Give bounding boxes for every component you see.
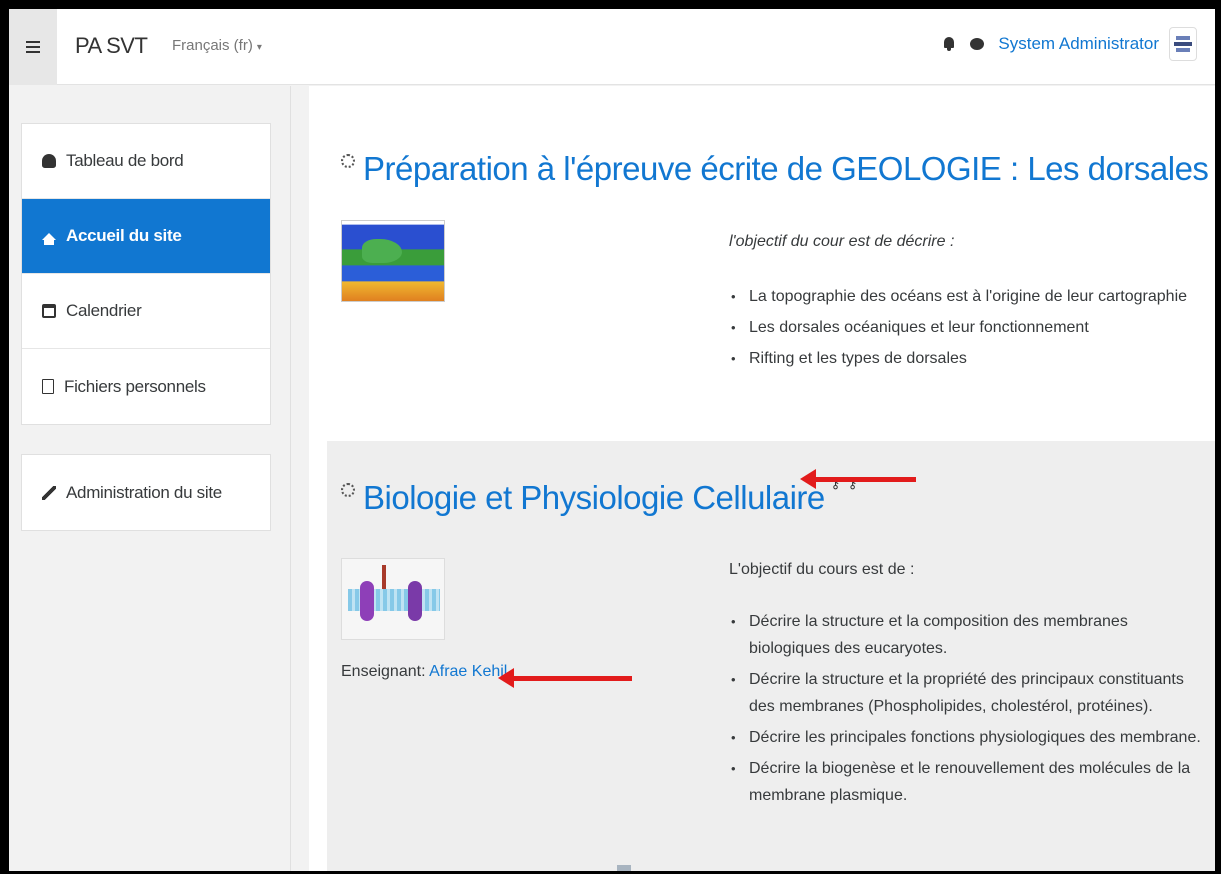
teacher-label: Enseignant: bbox=[341, 663, 430, 680]
sidebar-item-label: Tableau de bord bbox=[66, 151, 184, 170]
sidebar-item-home[interactable]: Accueil du site bbox=[22, 199, 270, 274]
course-card: Préparation à l'épreuve écrite de GEOLOG… bbox=[327, 106, 1215, 451]
dashboard-icon bbox=[42, 154, 56, 168]
avatar[interactable] bbox=[1169, 27, 1197, 61]
scroll-handle-bottom[interactable] bbox=[617, 865, 631, 871]
user-nav: System Administrator bbox=[942, 27, 1197, 61]
language-label: Français (fr) bbox=[172, 37, 253, 54]
bell-icon[interactable] bbox=[942, 36, 956, 52]
course-title-link[interactable]: Biologie et Physiologie Cellulaire bbox=[363, 479, 825, 517]
sidebar-item-label: Fichiers personnels bbox=[64, 376, 206, 396]
home-icon bbox=[42, 232, 56, 245]
list-item: Rifting et les types de dorsales bbox=[729, 346, 1209, 371]
list-item: Décrire la structure et la composition d… bbox=[729, 608, 1209, 662]
sidebar: Tableau de bord Accueil du site Calendri… bbox=[9, 86, 291, 871]
list-item: La topographie des océans est à l'origin… bbox=[729, 284, 1209, 309]
sidebar-item-calendar[interactable]: Calendrier bbox=[22, 274, 270, 349]
file-icon bbox=[42, 379, 54, 394]
sidebar-item-admin[interactable]: Administration du site bbox=[22, 455, 270, 530]
course-image[interactable] bbox=[341, 558, 445, 640]
summary-list: Décrire la structure et la composition d… bbox=[729, 608, 1209, 809]
hamburger-icon bbox=[26, 41, 40, 53]
sidebar-item-label: Administration du site bbox=[66, 482, 222, 502]
site-brand[interactable]: PA SVT bbox=[75, 33, 148, 59]
course-title: Préparation à l'épreuve écrite de GEOLOG… bbox=[341, 150, 1215, 188]
course-image[interactable] bbox=[341, 220, 445, 302]
list-item: Décrire les principales fonctions physio… bbox=[729, 724, 1209, 751]
sidebar-item-label: Accueil du site bbox=[66, 226, 182, 245]
course-card: Biologie et Physiologie Cellulaire ⚷ ⚷ E… bbox=[327, 441, 1215, 871]
user-menu-name[interactable]: System Administrator bbox=[998, 34, 1159, 54]
course-title-link[interactable]: Préparation à l'épreuve écrite de GEOLOG… bbox=[363, 150, 1215, 188]
list-item: Décrire la structure et la propriété des… bbox=[729, 666, 1209, 720]
sidebar-admin-block: Administration du site bbox=[21, 454, 271, 531]
course-teacher: Enseignant: Afrae Kehil bbox=[341, 663, 507, 681]
annotation-arrow bbox=[498, 668, 632, 688]
list-item: Les dorsales océaniques et leur fonction… bbox=[729, 315, 1209, 340]
course-icon bbox=[341, 154, 355, 168]
menu-toggle-button[interactable] bbox=[9, 9, 57, 85]
course-summary: L'objectif du cours est de : Décrire la … bbox=[729, 558, 1209, 813]
course-title: Biologie et Physiologie Cellulaire ⚷ ⚷ bbox=[341, 476, 859, 517]
list-item: Décrire la biogenèse et le renouvellemen… bbox=[729, 755, 1209, 809]
language-selector[interactable]: Français (fr) ▾ bbox=[172, 37, 262, 54]
sidebar-item-label: Calendrier bbox=[66, 301, 142, 320]
wrench-icon bbox=[42, 485, 56, 500]
calendar-icon bbox=[42, 304, 56, 318]
message-icon[interactable] bbox=[970, 38, 985, 50]
course-summary: l'objectif du cour est de décrire : La t… bbox=[729, 230, 1209, 377]
summary-intro: l'objectif du cour est de décrire : bbox=[729, 233, 955, 250]
summary-intro: L'objectif du cours est de : bbox=[729, 561, 915, 578]
teacher-link[interactable]: Afrae Kehil bbox=[429, 663, 507, 680]
summary-list: La topographie des océans est à l'origin… bbox=[729, 284, 1209, 371]
annotation-arrow bbox=[800, 469, 916, 489]
course-icon bbox=[341, 483, 355, 497]
sidebar-item-dashboard[interactable]: Tableau de bord bbox=[22, 124, 270, 199]
sidebar-item-files[interactable]: Fichiers personnels bbox=[22, 349, 270, 424]
app-frame: PA SVT Français (fr) ▾ System Administrat… bbox=[9, 9, 1215, 871]
sidebar-nav: Tableau de bord Accueil du site Calendri… bbox=[21, 123, 271, 425]
caret-down-icon: ▾ bbox=[256, 42, 262, 53]
navbar: PA SVT Français (fr) ▾ System Administrat… bbox=[9, 9, 1215, 85]
main-content: Préparation à l'épreuve écrite de GEOLOG… bbox=[309, 86, 1215, 871]
